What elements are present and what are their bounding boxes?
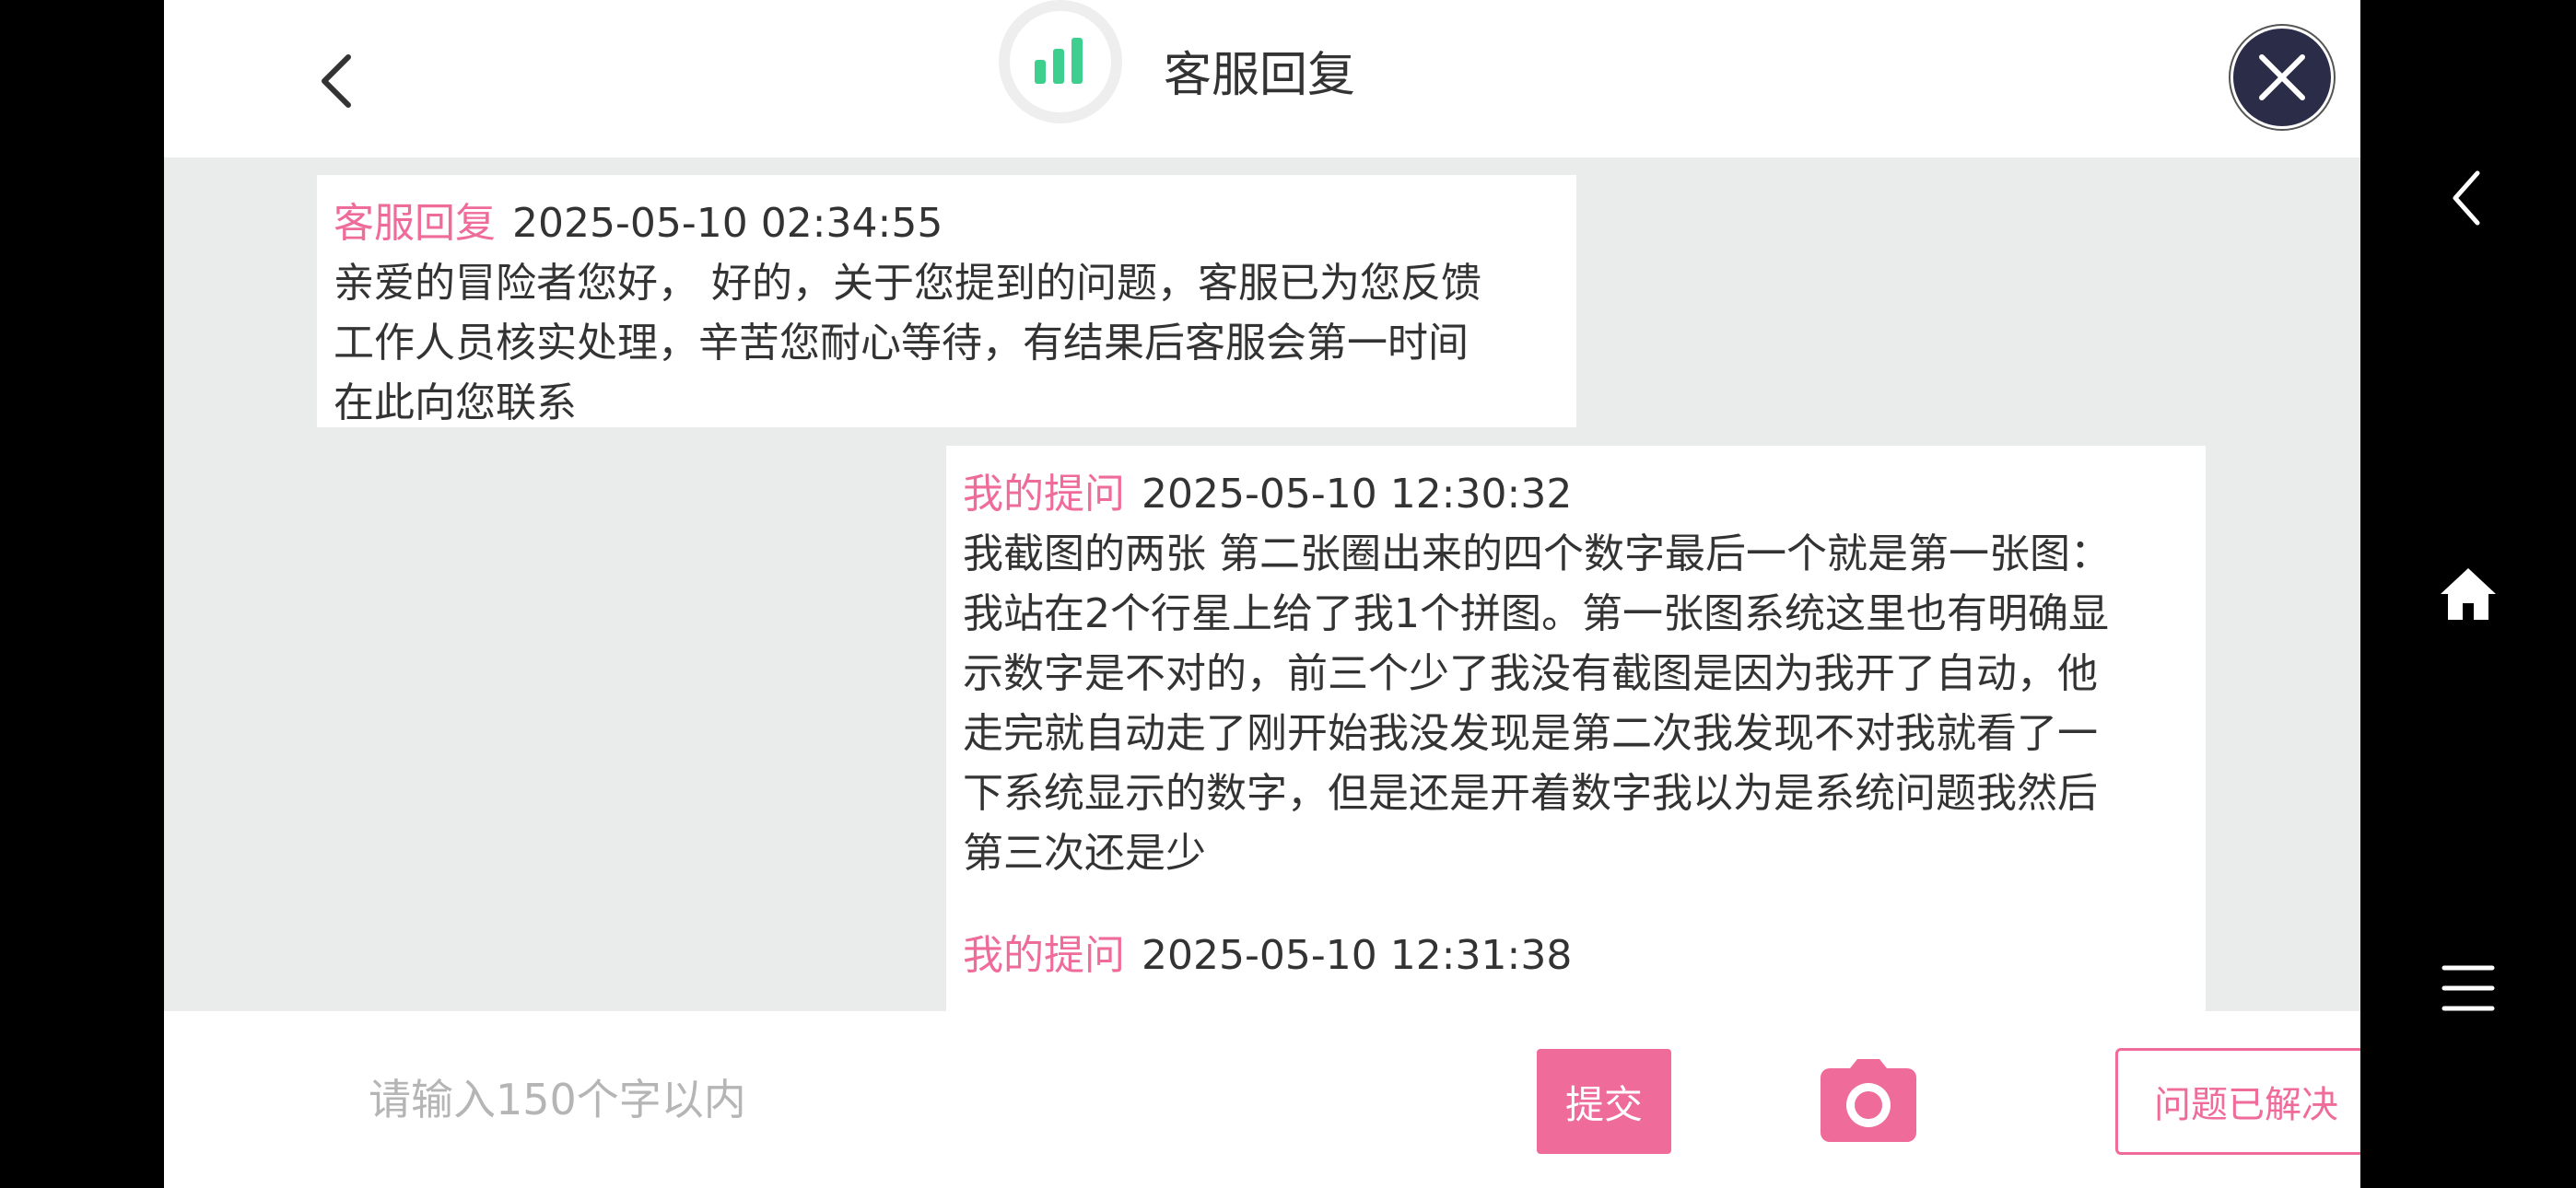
header-bar: 客服回复 <box>164 0 2360 157</box>
nav-home-icon <box>2441 568 2496 620</box>
camera-icon <box>1821 1059 1916 1142</box>
message-line: 下系统显示的数字，但是还是开着数字我以为是系统问题我然后 <box>963 770 2098 817</box>
message-line: 我截图的两张 第二张圈出来的四个数字最后一个就是第一张图： <box>963 530 2111 577</box>
chat-area[interactable]: 客服回复 2025-05-10 02:34:55 亲爱的冒险者您好， 好的，关于您… <box>164 157 2360 1011</box>
message-line: 在此向您联系 <box>334 379 577 426</box>
message-header: 客服回复 2025-05-10 02:34:55 <box>334 193 1560 253</box>
message-line: 示数字是不对的，前三个少了我没有截图是因为我开了自动，他 <box>963 650 2098 697</box>
message-line: 亲爱的冒险者您好， 好的，关于您提到的问题，客服已为您反馈 <box>334 260 1481 307</box>
input-bar: 提交 问题已解决 <box>164 1011 2360 1188</box>
message-time: 2025-05-10 02:34:55 <box>512 200 943 247</box>
resolved-button[interactable]: 问题已解决 <box>2115 1048 2360 1155</box>
nav-menu-icon <box>2441 965 2495 1011</box>
nav-back-button[interactable] <box>2418 147 2519 249</box>
nav-home-button[interactable] <box>2418 543 2519 645</box>
message-time: 2025-05-10 12:30:32 <box>1142 471 1573 518</box>
chevron-left-icon <box>322 54 351 108</box>
camera-button[interactable] <box>1821 1059 1916 1142</box>
back-button[interactable] <box>302 44 376 118</box>
signal-bars-icon <box>1035 38 1083 84</box>
message-item: 我的提问 2025-05-10 12:31:38 <box>946 907 2206 1011</box>
nav-menu-button[interactable] <box>2418 938 2519 1039</box>
nav-back-icon <box>2453 170 2480 226</box>
message-input[interactable] <box>367 1048 1642 1151</box>
message-sender: 我的提问 <box>963 932 1125 979</box>
message-line: 第三次还是少 <box>963 830 1206 877</box>
message-line: 走完就自动走了刚开始我没发现是第二次我发现不对我就看了一 <box>963 710 2098 757</box>
system-nav-bar <box>2360 0 2576 1188</box>
message-header: 我的提问 2025-05-10 12:30:32 <box>963 464 2189 524</box>
message-header: 我的提问 2025-05-10 12:31:38 <box>963 926 2189 985</box>
signal-button[interactable] <box>999 0 1122 123</box>
message-sender: 客服回复 <box>334 200 496 247</box>
close-button[interactable] <box>2231 26 2334 129</box>
app-window: 客服回复 客服回复 2025-05-10 02:34:55 亲爱的冒险者您好， 好… <box>164 0 2360 1188</box>
page-title: 客服回复 <box>1164 48 1356 103</box>
message-sender: 我的提问 <box>963 471 1125 518</box>
message-line: 工作人员核实处理，辛苦您耐心等待，有结果后客服会第一时间 <box>334 320 1469 367</box>
message-item: 客服回复 2025-05-10 02:34:55 亲爱的冒险者您好， 好的，关于您… <box>317 175 1576 427</box>
message-line: 我站在2个行星上给了我1个拼图。第一张图系统这里也有明确显 <box>963 590 2109 637</box>
message-time: 2025-05-10 12:31:38 <box>1142 932 1573 979</box>
close-icon <box>2259 54 2305 100</box>
submit-button[interactable]: 提交 <box>1537 1049 1671 1154</box>
